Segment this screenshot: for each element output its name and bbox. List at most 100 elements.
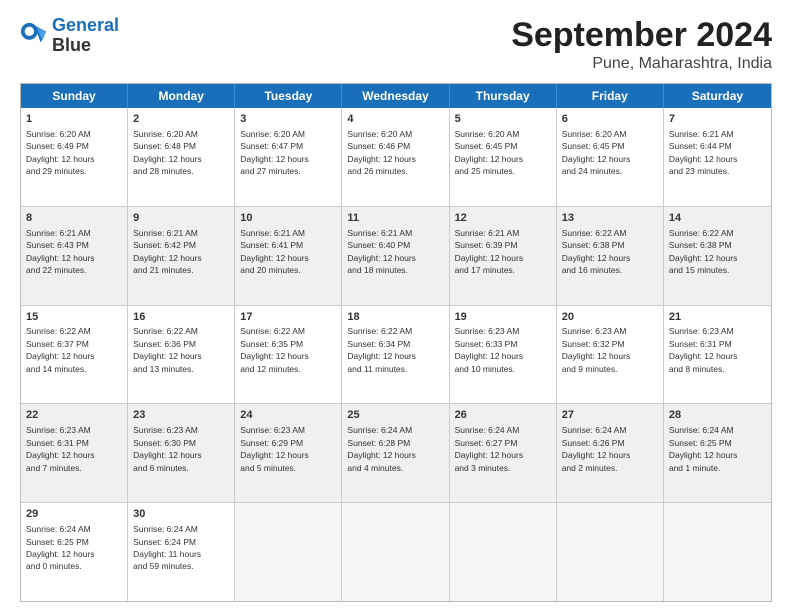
day-number: 25 — [347, 408, 443, 423]
cell-text: Sunrise: 6:21 AM Sunset: 6:39 PM Dayligh… — [455, 228, 524, 275]
cell-text: Sunrise: 6:21 AM Sunset: 6:40 PM Dayligh… — [347, 228, 416, 275]
cell-text: Sunrise: 6:24 AM Sunset: 6:28 PM Dayligh… — [347, 425, 416, 472]
day-number: 6 — [562, 112, 658, 127]
cell-text: Sunrise: 6:23 AM Sunset: 6:33 PM Dayligh… — [455, 326, 524, 373]
cell-text: Sunrise: 6:23 AM Sunset: 6:30 PM Dayligh… — [133, 425, 202, 472]
calendar-row: 8Sunrise: 6:21 AM Sunset: 6:43 PM Daylig… — [21, 207, 771, 306]
calendar-cell: 27 Sunrise: 6:24 AM Sunset: 6:26 PM Dayli… — [557, 404, 664, 502]
cell-text: Sunrise: 6:23 AM Sunset: 6:31 PM Dayligh… — [669, 326, 738, 373]
header-day-monday: Monday — [128, 84, 235, 108]
calendar-cell: 23 Sunrise: 6:23 AM Sunset: 6:30 PM Dayli… — [128, 404, 235, 502]
day-number: 7 — [669, 112, 766, 127]
day-number: 3 — [240, 112, 336, 127]
calendar-header: SundayMondayTuesdayWednesdayThursdayFrid… — [21, 84, 771, 108]
calendar-cell: 15Sunrise: 6:22 AM Sunset: 6:37 PM Dayli… — [21, 306, 128, 404]
day-number: 30 — [133, 507, 229, 522]
header: General Blue September 2024 Pune, Mahara… — [20, 16, 772, 73]
cell-text: Sunrise: 6:20 AM Sunset: 6:46 PM Dayligh… — [347, 129, 416, 176]
calendar-cell: 24 Sunrise: 6:23 AM Sunset: 6:29 PM Dayli… — [235, 404, 342, 502]
day-number: 9 — [133, 211, 229, 226]
calendar-cell: 5 Sunrise: 6:20 AM Sunset: 6:45 PM Daylig… — [450, 108, 557, 206]
calendar-cell: 4 Sunrise: 6:20 AM Sunset: 6:46 PM Daylig… — [342, 108, 449, 206]
calendar-cell — [557, 503, 664, 601]
day-number: 11 — [347, 211, 443, 226]
day-number: 10 — [240, 211, 336, 226]
cell-text: Sunrise: 6:21 AM Sunset: 6:42 PM Dayligh… — [133, 228, 202, 275]
day-number: 15 — [26, 310, 122, 325]
month-title: September 2024 — [511, 16, 772, 55]
header-day-thursday: Thursday — [450, 84, 557, 108]
day-number: 2 — [133, 112, 229, 127]
day-number: 5 — [455, 112, 551, 127]
cell-text: Sunrise: 6:21 AM Sunset: 6:41 PM Dayligh… — [240, 228, 309, 275]
header-day-saturday: Saturday — [664, 84, 771, 108]
calendar-cell: 28 Sunrise: 6:24 AM Sunset: 6:25 PM Dayli… — [664, 404, 771, 502]
calendar-cell — [235, 503, 342, 601]
calendar-cell: 7 Sunrise: 6:21 AM Sunset: 6:44 PM Daylig… — [664, 108, 771, 206]
calendar-cell: 16Sunrise: 6:22 AM Sunset: 6:36 PM Dayli… — [128, 306, 235, 404]
calendar: SundayMondayTuesdayWednesdayThursdayFrid… — [20, 83, 772, 602]
calendar-cell: 22 Sunrise: 6:23 AM Sunset: 6:31 PM Dayli… — [21, 404, 128, 502]
cell-text: Sunrise: 6:23 AM Sunset: 6:31 PM Dayligh… — [26, 425, 95, 472]
calendar-cell: 17Sunrise: 6:22 AM Sunset: 6:35 PM Dayli… — [235, 306, 342, 404]
cell-text: Sunrise: 6:23 AM Sunset: 6:29 PM Dayligh… — [240, 425, 309, 472]
day-number: 13 — [562, 211, 658, 226]
calendar-row: 1Sunrise: 6:20 AM Sunset: 6:49 PM Daylig… — [21, 108, 771, 207]
cell-text: Sunrise: 6:23 AM Sunset: 6:32 PM Dayligh… — [562, 326, 631, 373]
cell-text: Sunrise: 6:21 AM Sunset: 6:43 PM Dayligh… — [26, 228, 95, 275]
calendar-row: 15Sunrise: 6:22 AM Sunset: 6:37 PM Dayli… — [21, 306, 771, 405]
cell-text: Sunrise: 6:22 AM Sunset: 6:35 PM Dayligh… — [240, 326, 309, 373]
day-number: 27 — [562, 408, 658, 423]
day-number: 4 — [347, 112, 443, 127]
day-number: 29 — [26, 507, 122, 522]
day-number: 1 — [26, 112, 122, 127]
day-number: 16 — [133, 310, 229, 325]
calendar-cell: 1Sunrise: 6:20 AM Sunset: 6:49 PM Daylig… — [21, 108, 128, 206]
calendar-cell: 29 Sunrise: 6:24 AM Sunset: 6:25 PM Dayli… — [21, 503, 128, 601]
calendar-cell: 21Sunrise: 6:23 AM Sunset: 6:31 PM Dayli… — [664, 306, 771, 404]
cell-text: Sunrise: 6:24 AM Sunset: 6:26 PM Dayligh… — [562, 425, 631, 472]
cell-text: Sunrise: 6:20 AM Sunset: 6:45 PM Dayligh… — [455, 129, 524, 176]
calendar-cell: 14Sunrise: 6:22 AM Sunset: 6:38 PM Dayli… — [664, 207, 771, 305]
calendar-cell: 30 Sunrise: 6:24 AM Sunset: 6:24 PM Dayli… — [128, 503, 235, 601]
calendar-cell — [342, 503, 449, 601]
calendar-cell: 2Sunrise: 6:20 AM Sunset: 6:48 PM Daylig… — [128, 108, 235, 206]
calendar-row: 29 Sunrise: 6:24 AM Sunset: 6:25 PM Dayli… — [21, 503, 771, 601]
day-number: 12 — [455, 211, 551, 226]
day-number: 23 — [133, 408, 229, 423]
day-number: 26 — [455, 408, 551, 423]
cell-text: Sunrise: 6:20 AM Sunset: 6:45 PM Dayligh… — [562, 129, 631, 176]
day-number: 22 — [26, 408, 122, 423]
calendar-cell: 12 Sunrise: 6:21 AM Sunset: 6:39 PM Dayli… — [450, 207, 557, 305]
day-number: 24 — [240, 408, 336, 423]
page: General Blue September 2024 Pune, Mahara… — [0, 0, 792, 612]
calendar-cell: 18Sunrise: 6:22 AM Sunset: 6:34 PM Dayli… — [342, 306, 449, 404]
calendar-cell: 3 Sunrise: 6:20 AM Sunset: 6:47 PM Daylig… — [235, 108, 342, 206]
header-day-tuesday: Tuesday — [235, 84, 342, 108]
calendar-cell: 8Sunrise: 6:21 AM Sunset: 6:43 PM Daylig… — [21, 207, 128, 305]
day-number: 18 — [347, 310, 443, 325]
cell-text: Sunrise: 6:24 AM Sunset: 6:25 PM Dayligh… — [669, 425, 738, 472]
cell-text: Sunrise: 6:22 AM Sunset: 6:36 PM Dayligh… — [133, 326, 202, 373]
cell-text: Sunrise: 6:24 AM Sunset: 6:24 PM Dayligh… — [133, 524, 201, 571]
header-day-wednesday: Wednesday — [342, 84, 449, 108]
cell-text: Sunrise: 6:22 AM Sunset: 6:34 PM Dayligh… — [347, 326, 416, 373]
calendar-cell — [664, 503, 771, 601]
calendar-cell: 25 Sunrise: 6:24 AM Sunset: 6:28 PM Dayli… — [342, 404, 449, 502]
day-number: 14 — [669, 211, 766, 226]
calendar-cell: 9 Sunrise: 6:21 AM Sunset: 6:42 PM Daylig… — [128, 207, 235, 305]
cell-text: Sunrise: 6:20 AM Sunset: 6:47 PM Dayligh… — [240, 129, 309, 176]
logo-text: General Blue — [52, 16, 119, 56]
cell-text: Sunrise: 6:21 AM Sunset: 6:44 PM Dayligh… — [669, 129, 738, 176]
cell-text: Sunrise: 6:24 AM Sunset: 6:25 PM Dayligh… — [26, 524, 95, 571]
day-number: 17 — [240, 310, 336, 325]
cell-text: Sunrise: 6:24 AM Sunset: 6:27 PM Dayligh… — [455, 425, 524, 472]
calendar-cell — [450, 503, 557, 601]
logo-line2: Blue — [52, 36, 119, 56]
calendar-cell: 11 Sunrise: 6:21 AM Sunset: 6:40 PM Dayli… — [342, 207, 449, 305]
day-number: 21 — [669, 310, 766, 325]
day-number: 19 — [455, 310, 551, 325]
day-number: 28 — [669, 408, 766, 423]
header-day-friday: Friday — [557, 84, 664, 108]
calendar-body: 1Sunrise: 6:20 AM Sunset: 6:49 PM Daylig… — [21, 108, 771, 601]
